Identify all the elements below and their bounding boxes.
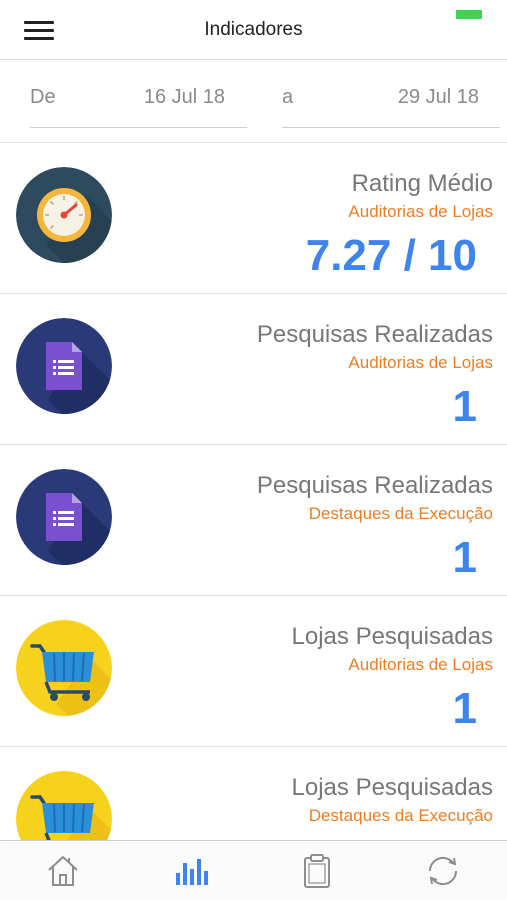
app-header: Indicadores (0, 0, 507, 60)
card-subtitle: Auditorias de Lojas (348, 353, 493, 372)
card-title: Pesquisas Realizadas (256, 321, 493, 348)
indicator-card-surveys-audits[interactable]: Pesquisas Realizadas Auditorias de Lojas… (0, 294, 507, 445)
end-date-value: 29 Jul 18 (397, 86, 479, 108)
tab-surveys[interactable] (297, 851, 337, 891)
card-value: 1 (452, 533, 477, 582)
bar-chart-icon (176, 859, 208, 885)
indicator-list: Rating Médio Auditorias de Lojas 7.27 / … (0, 143, 507, 840)
date-range-filter: De 16 Jul 18 a 29 Jul 18 (0, 60, 507, 143)
card-subtitle: Destaques da Execução (308, 504, 493, 523)
shopping-cart-icon (16, 771, 112, 840)
bottom-tab-bar (0, 840, 507, 900)
tab-home[interactable] (43, 851, 83, 891)
end-date-label: a (282, 86, 294, 108)
end-date-field[interactable]: a 29 Jul 18 (282, 80, 500, 128)
page-title: Indicadores (204, 19, 303, 40)
card-subtitle: Auditorias de Lojas (348, 655, 493, 674)
battery-indicator (456, 10, 482, 19)
card-title: Lojas Pesquisadas (291, 774, 493, 801)
card-title: Pesquisas Realizadas (256, 472, 493, 499)
clipboard-icon (304, 854, 330, 888)
start-date-label: De (30, 86, 56, 108)
form-document-icon (16, 469, 112, 565)
tab-sync[interactable] (423, 851, 463, 891)
shopping-cart-icon (16, 620, 112, 716)
indicator-card-stores-highlights[interactable]: Lojas Pesquisadas Destaques da Execução (0, 747, 507, 840)
card-title: Lojas Pesquisadas (291, 623, 493, 650)
tab-indicators[interactable] (171, 851, 211, 891)
card-title: Rating Médio (351, 170, 493, 197)
card-value: 1 (452, 684, 477, 733)
card-subtitle: Destaques da Execução (308, 806, 493, 825)
home-icon (48, 856, 78, 886)
indicator-card-stores-audits[interactable]: Lojas Pesquisadas Auditorias de Lojas 1 (0, 596, 507, 747)
indicator-card-surveys-highlights[interactable]: Pesquisas Realizadas Destaques da Execuç… (0, 445, 507, 596)
start-date-value: 16 Jul 18 (143, 86, 225, 108)
card-value: 1 (452, 382, 477, 431)
indicator-card-rating[interactable]: Rating Médio Auditorias de Lojas 7.27 / … (0, 143, 507, 294)
speedometer-icon (16, 167, 112, 263)
start-date-field[interactable]: De 16 Jul 18 (30, 80, 247, 128)
card-value: 7.27 / 10 (305, 231, 477, 280)
form-document-icon (16, 318, 112, 414)
card-subtitle: Auditorias de Lojas (348, 202, 493, 221)
sync-icon (428, 856, 458, 886)
